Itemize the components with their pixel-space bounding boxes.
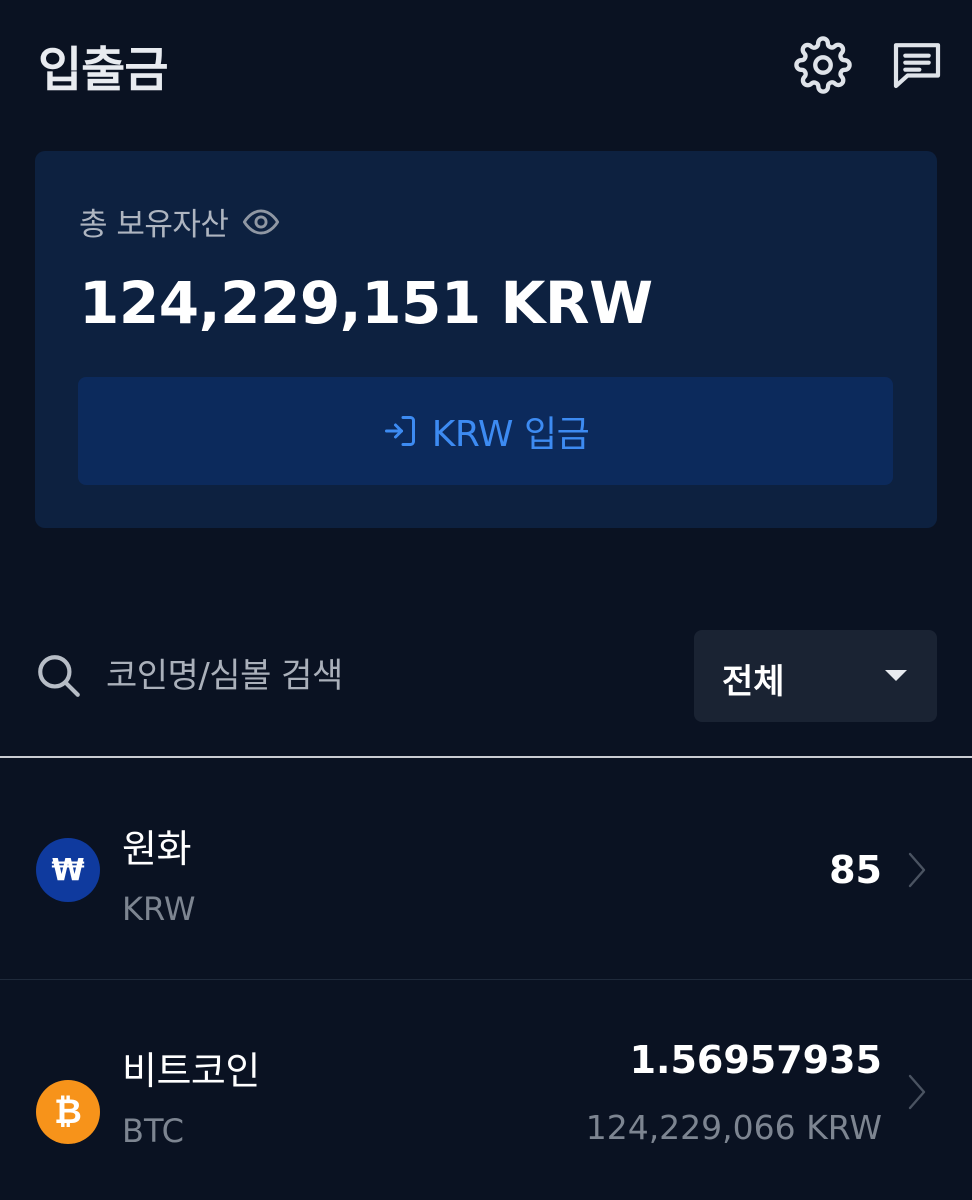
filter-selected-label: 전체 — [722, 662, 785, 702]
total-asset-label: 총 보유자산 — [79, 207, 229, 243]
page: 입출금 총 보유자산 124,229,151 KRW KRW 입금 코인명/심볼… — [0, 0, 972, 1200]
krw-deposit-label: KRW 입금 — [431, 414, 590, 455]
search-box[interactable] — [34, 640, 594, 712]
chat-icon — [893, 43, 941, 89]
asset-amount: 85 — [829, 848, 882, 892]
total-asset-card: 총 보유자산 124,229,151 KRW KRW 입금 — [35, 151, 937, 528]
asset-row-btc[interactable]: ₿ 비트코인 BTC 1.56957935 124,229,066 KRW — [0, 980, 972, 1200]
caret-down-icon — [885, 670, 907, 681]
search-input[interactable] — [104, 655, 588, 697]
page-title: 입출금 — [38, 42, 168, 98]
search-icon — [38, 655, 80, 697]
won-coin-icon: ₩ — [36, 838, 100, 902]
chevron-right-icon — [908, 852, 926, 888]
settings-button[interactable] — [792, 34, 854, 96]
total-asset-value: 124,229,151 KRW — [79, 269, 653, 337]
chat-button[interactable] — [886, 34, 948, 96]
asset-name: 비트코인 — [122, 1049, 260, 1093]
asset-krw-value: 124,229,066 KRW — [585, 1108, 882, 1147]
asset-row-krw[interactable]: ₩ 원화 KRW 85 — [0, 760, 972, 980]
login-arrow-icon — [384, 416, 415, 446]
asset-symbol: BTC — [122, 1112, 184, 1150]
bitcoin-coin-icon: ₿ — [36, 1080, 100, 1144]
list-divider — [0, 756, 972, 758]
asset-amount: 1.56957935 — [629, 1038, 882, 1082]
filter-dropdown[interactable]: 전체 — [694, 630, 937, 722]
krw-deposit-button[interactable]: KRW 입금 — [78, 377, 893, 485]
header: 입출금 — [0, 0, 972, 130]
asset-symbol: KRW — [122, 890, 196, 928]
gear-icon — [794, 36, 852, 94]
asset-name: 원화 — [122, 827, 191, 871]
eye-icon — [243, 208, 280, 235]
total-asset-label-row: 총 보유자산 — [79, 199, 280, 244]
chevron-right-icon — [908, 1074, 926, 1110]
toggle-visibility-button[interactable] — [242, 203, 280, 241]
